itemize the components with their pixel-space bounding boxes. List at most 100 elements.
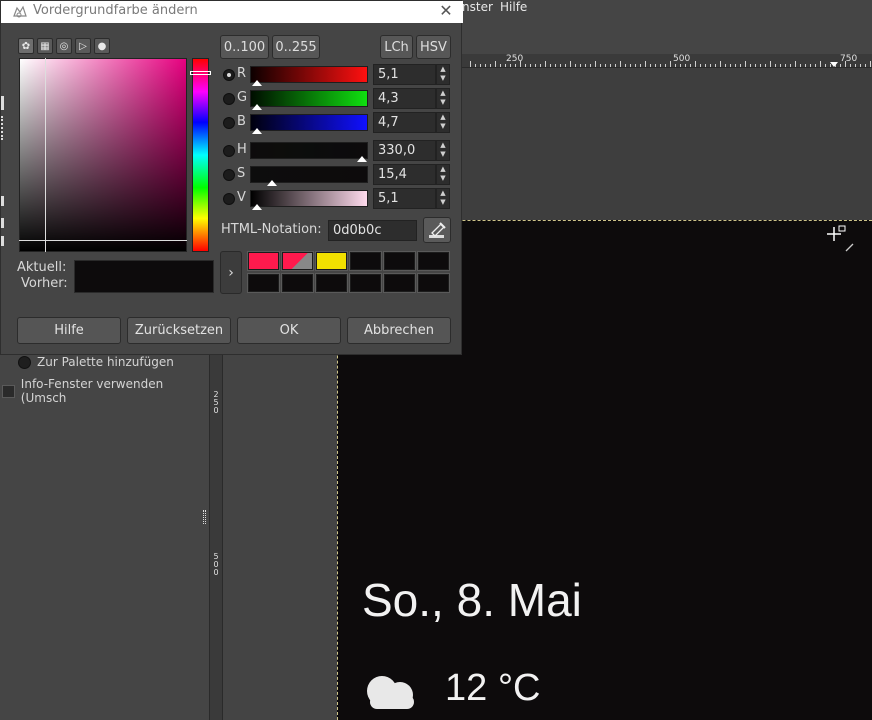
history-swatch[interactable] [349,251,382,271]
close-icon[interactable]: ✕ [437,2,455,20]
channel-value-v[interactable]: 5,1 [373,188,436,209]
channel-radio-h[interactable] [223,145,235,157]
palette-selector-icon[interactable]: ▦ [37,38,53,54]
ruler-tick [545,61,546,67]
channel-radio-b[interactable] [223,117,235,129]
range-0-255-button[interactable]: 0..255 [272,35,320,59]
ruler-tick [760,64,761,67]
menu-item-help[interactable]: Hilfe [500,0,527,14]
ruler-tick [725,64,726,67]
channel-radio-g[interactable] [223,93,235,105]
slider-marker-icon[interactable] [252,204,263,210]
history-swatch[interactable] [315,273,348,293]
ruler-tick [480,64,481,67]
channel-radio-s[interactable] [223,169,235,181]
spin-arrows-icon[interactable]: ▲ ▼ [436,112,450,133]
channel-value-r[interactable]: 5,1 [373,64,436,85]
help-button[interactable]: Hilfe [17,317,121,344]
channel-radio-v[interactable] [223,193,235,205]
channel-radio-r[interactable] [223,69,235,81]
reset-button[interactable]: Zurücksetzen [127,317,231,344]
channel-slider-g[interactable] [250,90,368,110]
slider-marker-icon[interactable] [356,156,367,162]
wheel-selector-icon[interactable]: ◎ [56,38,72,54]
triangle-selector-icon[interactable]: ▷ [75,38,91,54]
vruler-handle[interactable] [203,510,206,524]
channel-value-h[interactable]: 330,0 [373,140,436,161]
ruler-tick [855,64,856,67]
left-strip [1,96,5,276]
spin-arrows-icon[interactable]: ▲ ▼ [436,164,450,185]
history-swatch[interactable] [281,273,314,293]
checkbox-icon [2,384,15,398]
channel-slider-s[interactable] [250,166,368,186]
spin-arrows-icon[interactable]: ▲ ▼ [436,88,450,109]
history-swatch[interactable] [383,273,416,293]
history-swatch[interactable] [417,273,450,293]
horizontal-ruler[interactable]: 250 500 750 [462,54,872,68]
ruler-tick [580,64,581,67]
channel-label-g: G [237,90,248,105]
spin-arrows-icon[interactable]: ▲ ▼ [436,140,450,161]
ruler-tick [735,64,736,67]
crosshair-cursor-icon [825,225,846,243]
info-window-label: Info-Fenster verwenden (Umsch [20,377,164,405]
history-swatch[interactable] [281,251,314,271]
info-window-option[interactable]: Info-Fenster verwenden (Umsch [2,377,209,405]
channel-row-v: V 5,1 ▲ ▼ [221,188,451,210]
html-notation-input[interactable]: 0d0b0c [328,220,417,241]
channel-value-b[interactable]: 4,7 [373,112,436,133]
color-picker-button[interactable] [423,217,451,243]
ruler-tick [665,64,666,67]
add-to-palette-option[interactable]: Zur Palette hinzufügen [18,355,174,369]
spin-arrows-icon[interactable]: ▲ ▼ [436,64,450,85]
vertical-ruler[interactable]: 250 500 [203,355,223,720]
channel-label-v: V [237,190,246,205]
ruler-tick [690,64,691,67]
channel-value-s[interactable]: 15,4 [373,164,436,185]
channel-row-b: B 4,7 ▲ ▼ [221,112,451,134]
ruler-tick [815,64,816,67]
history-arrow-button[interactable]: › [220,251,242,294]
slider-marker-icon[interactable] [252,128,263,134]
channel-slider-h[interactable] [250,142,368,162]
hue-marker[interactable] [190,71,211,75]
slider-marker-icon[interactable] [252,80,263,86]
history-swatch[interactable] [383,251,416,271]
range-0-100-button[interactable]: 0..100 [220,35,269,59]
ruler-tick [860,64,861,67]
channel-slider-b[interactable] [250,114,368,134]
html-notation-label: HTML-Notation: [221,222,322,237]
channel-row-h: H 330,0 ▲ ▼ [221,140,451,162]
dialog-titlebar[interactable]: Vordergrundfarbe ändern ✕ [1,1,463,23]
watercolor-selector-icon[interactable]: ● [94,38,110,54]
slider-marker-icon[interactable] [267,180,278,186]
history-swatch[interactable] [247,273,280,293]
ruler-label-250: 250 [506,54,524,64]
history-swatch[interactable] [315,251,348,271]
ruler-tick [605,64,606,67]
channel-value-g[interactable]: 4,3 [373,88,436,109]
gimp-selector-icon[interactable]: ✿ [18,38,34,54]
ruler-tick [485,64,486,67]
ruler-tick [715,64,716,67]
channel-label-s: S [237,166,246,181]
lch-button[interactable]: LCh [380,35,413,59]
ok-button[interactable]: OK [237,317,341,344]
ruler-pointer-icon [830,62,838,67]
history-swatch[interactable] [247,251,280,271]
hue-strip[interactable] [192,58,209,252]
gimp-wilber-icon [12,4,28,20]
spin-arrows-icon[interactable]: ▲ ▼ [436,188,450,209]
ruler-tick [505,64,506,67]
history-swatch[interactable] [349,273,382,293]
ruler-tick [825,64,826,67]
hsv-button[interactable]: HSV [416,35,451,59]
history-swatch[interactable] [417,251,450,271]
menu-item-windows[interactable]: nster [462,0,493,14]
channel-slider-r[interactable] [250,66,368,86]
ruler-tick [800,64,801,67]
slider-marker-icon[interactable] [252,104,263,110]
channel-slider-v[interactable] [250,190,368,210]
cancel-button[interactable]: Abbrechen [347,317,451,344]
